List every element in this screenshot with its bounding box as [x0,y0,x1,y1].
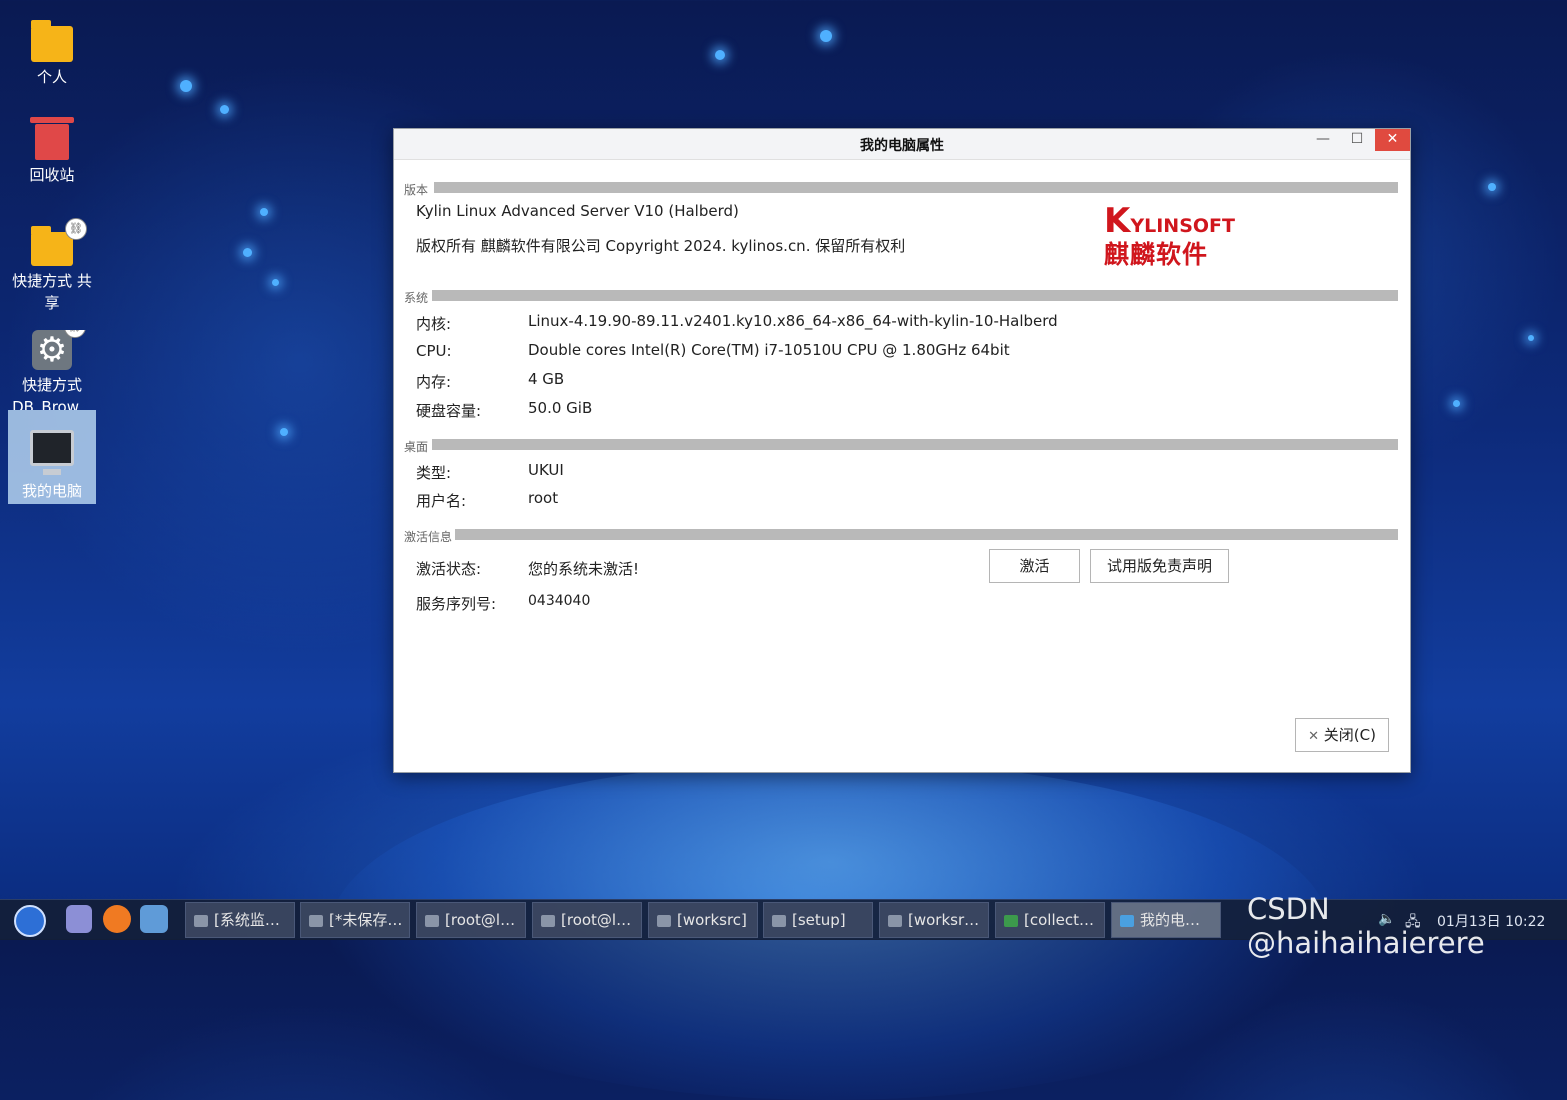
username-value: root [528,489,559,507]
close-icon: ✕ [1308,729,1319,744]
section-activation: 激活信息 [404,528,1398,545]
taskbar-task[interactable]: [系统监… [185,902,295,938]
close-window-button[interactable]: ✕ [1375,129,1410,151]
desktop-icon-shortcut-dbbrowser[interactable]: ⚙ ⛓ 快捷方式 DB_Brow... [8,330,96,410]
disk-label: 硬盘容量: [416,402,482,420]
trash-icon [30,117,74,160]
window-titlebar[interactable]: 我的电脑属性 — ☐ ✕ [394,129,1410,160]
serial-number-value: 0434040 [528,593,591,609]
maximize-button[interactable]: ☐ [1340,129,1374,151]
taskbar-task[interactable]: [setup] [763,902,873,938]
desktop-type-value: UKUI [528,461,564,479]
username-label: 用户名: [416,492,467,510]
activation-status-label: 激活状态: [416,560,482,578]
section-desktop: 桌面 [404,438,1398,455]
copyright-text: 版权所有 麒麟软件有限公司 Copyright 2024. kylinos.cn… [416,237,906,255]
desktop-icon-label: 个人 [36,68,67,86]
product-name: Kylin Linux Advanced Server V10 (Halberd… [416,202,739,220]
gear-icon: ⚙ ⛓ [32,330,86,370]
kylinsoft-logo: KYLINSOFT 麒麟软件 [1104,201,1235,269]
serial-number-label: 服务序列号: [416,595,497,613]
desktop-icon-label: 回收站 [29,166,75,184]
taskbar-task[interactable]: [worksr… [879,902,989,938]
section-label: 系统 [404,289,431,306]
light-dot [220,105,229,114]
light-dot [1528,335,1534,341]
desktop-icon-label: 快捷方式 DB_Brow... [12,376,92,410]
section-divider [432,290,1398,301]
taskbar-task[interactable]: [*未保存… [300,902,410,938]
light-dot [1453,400,1460,407]
kernel-value: Linux-4.19.90-89.11.v2401.ky10.x86_64-x8… [528,312,1058,330]
light-dot [243,248,252,257]
monitor-icon [1120,914,1134,927]
terminal-icon [425,914,439,927]
section-system: 系统 [404,289,1398,306]
cpu-value: Double cores Intel(R) Core(TM) i7-10510U… [528,341,1010,359]
taskbar-task[interactable]: 我的电… [1111,902,1221,938]
light-dot [1488,183,1496,191]
file-manager-icon[interactable] [66,905,92,933]
window-title: 我的电脑属性 [860,138,944,154]
taskbar-task[interactable]: [root@l… [416,902,526,938]
taskbar-task[interactable]: [worksrc] [648,902,758,938]
window-switch-icon[interactable] [140,905,168,933]
light-dot [820,30,832,42]
activate-button[interactable]: 激活 [989,549,1080,583]
link-icon: ⛓ [64,330,86,338]
folder-icon [772,914,786,927]
desktop-icon-personal[interactable]: 个人 [8,20,96,88]
start-menu-icon[interactable] [14,905,46,937]
monitor-icon [30,430,74,475]
app-icon [309,914,323,927]
folder-icon: ⛓ [31,218,87,266]
folder-icon [657,914,671,927]
light-dot [260,208,268,216]
light-dot [715,50,725,60]
firefox-icon[interactable] [103,905,131,933]
taskbar-task[interactable]: [collect… [995,902,1105,938]
desktop-icon-label: 我的电脑 [21,482,82,500]
memory-label: 内存: [416,373,452,391]
kernel-label: 内核: [416,315,452,333]
light-dot [180,80,192,92]
link-icon: ⛓ [65,218,87,240]
section-divider [434,182,1398,193]
section-label: 激活信息 [404,528,455,545]
desktop-icon-trash[interactable]: 回收站 [8,117,96,186]
desktop-type-label: 类型: [416,464,452,482]
section-divider [432,439,1398,450]
close-button-label: 关闭(C) [1323,726,1376,744]
section-divider [455,529,1398,540]
light-dot [272,279,279,286]
trial-disclaimer-button[interactable]: 试用版免责声明 [1090,549,1229,583]
close-button[interactable]: ✕ 关闭(C) [1295,718,1389,752]
section-version: 版本 [404,181,1398,198]
folder-icon [31,20,73,62]
desktop-icon-my-computer[interactable]: 我的电脑 [8,410,96,504]
taskbar-task[interactable]: [root@l… [532,902,642,938]
cpu-label: CPU: [416,342,452,360]
section-label: 版本 [404,181,431,198]
disk-value: 50.0 GiB [528,399,593,417]
watermark: CSDN @haihaihaierere [1247,892,1485,960]
app-icon [1004,914,1018,927]
app-icon [194,914,208,927]
desktop-icon-shortcut-share[interactable]: ⛓ 快捷方式 共享 [8,218,96,314]
light-dot [280,428,288,436]
memory-value: 4 GB [528,370,565,388]
desktop-icon-label: 快捷方式 共享 [12,272,92,312]
folder-icon [888,914,902,927]
activation-status-value: 您的系统未激活! [528,560,640,578]
properties-window: 我的电脑属性 — ☐ ✕ 版本 Kylin Linux Advanced Ser… [393,128,1411,773]
minimize-button[interactable]: — [1306,129,1340,151]
section-label: 桌面 [404,438,431,455]
terminal-icon [541,914,555,927]
